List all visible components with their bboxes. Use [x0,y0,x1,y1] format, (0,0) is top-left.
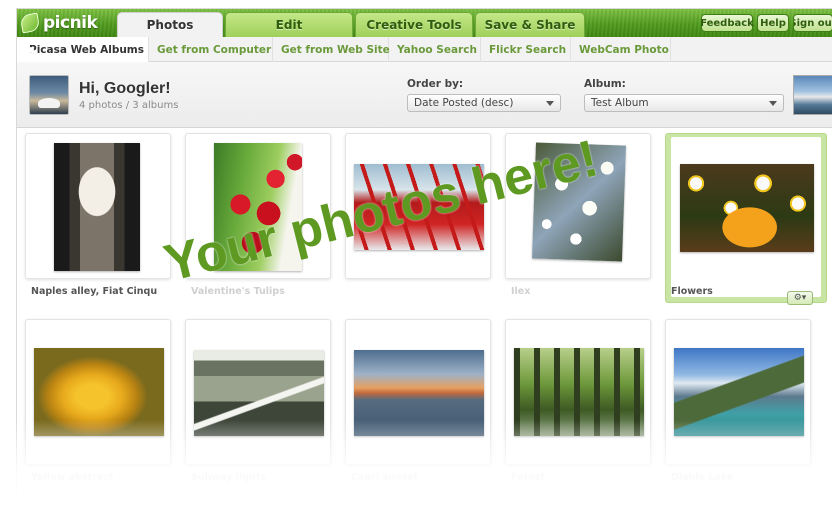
photo-caption: Forest [511,472,545,483]
subtab-yahoo[interactable]: Yahoo Search [389,37,481,62]
photo-tile[interactable] [665,319,811,465]
photo-tile [35,499,181,523]
chevron-down-icon [546,101,554,106]
album-label: Album: [584,78,626,90]
photo-alley [54,143,140,271]
subtab-picasa[interactable]: Picasa Web Albums [17,37,149,62]
photo-tile[interactable] [25,319,171,465]
tab-save-share[interactable]: Save & Share [475,12,585,37]
user-avatar [29,75,69,115]
picnik-logo[interactable]: picnik [19,12,113,34]
leaf-icon [19,12,41,34]
subtab-web-site[interactable]: Get from Web Site [273,37,390,62]
photo-caption: Naples alley, Fiat Cinqu [31,286,158,297]
help-button[interactable]: Help [757,14,789,32]
sign-out-button[interactable]: Sign out [793,14,832,32]
tab-creative-tools[interactable]: Creative Tools [355,12,473,37]
album-header: Hi, Googler! 4 photos / 3 albums Order b… [17,62,832,128]
photo-tile [675,499,821,523]
feedback-button[interactable]: Feedback [700,14,754,32]
album-select[interactable]: Test Album [584,94,784,112]
photo-album-count: 4 photos / 3 albums [79,100,179,111]
photo-sunset [354,350,484,436]
photo-tile [515,499,661,523]
subtab-computer[interactable]: Get from Computer [149,37,273,62]
album-thumbnail[interactable] [793,75,832,115]
photo-forest [514,348,644,436]
import-source-tabs: Picasa Web Albums Get from Computer Get … [17,37,832,62]
photo-flowers [680,164,814,252]
photo-tile[interactable] [345,319,491,465]
photo-yellow-abstract [34,348,164,436]
greeting: Hi, Googler! [79,80,171,97]
photo-tile-selected[interactable] [665,133,827,303]
photo-caption: Capri sunset [351,472,419,483]
photo-tile[interactable] [25,133,171,279]
photo-tile [195,499,341,523]
photo-caption: Subway lights [191,472,267,483]
photo-caption: Ilex [511,286,531,297]
photo-tile [355,499,501,523]
photo-subway [194,350,324,436]
subtab-webcam[interactable]: WebCam Photo [571,37,671,62]
photo-tile[interactable] [505,319,651,465]
subtab-flickr[interactable]: Flickr Search [481,37,571,62]
photo-caption-selected: Flowers [671,286,713,297]
tab-edit[interactable]: Edit [225,12,353,37]
photo-caption: Yellow abstract [31,472,114,483]
photo-caption: Diablo Lake [671,472,734,483]
tab-photos[interactable]: Photos [117,12,223,37]
photo-lake [674,348,804,436]
order-by-label: Order by: [407,78,464,90]
order-by-select[interactable]: Date Posted (desc) [407,94,561,112]
logo-text: picnik [43,13,98,33]
chevron-down-icon [769,101,777,106]
gear-icon[interactable]: ⚙▾ [787,291,813,305]
